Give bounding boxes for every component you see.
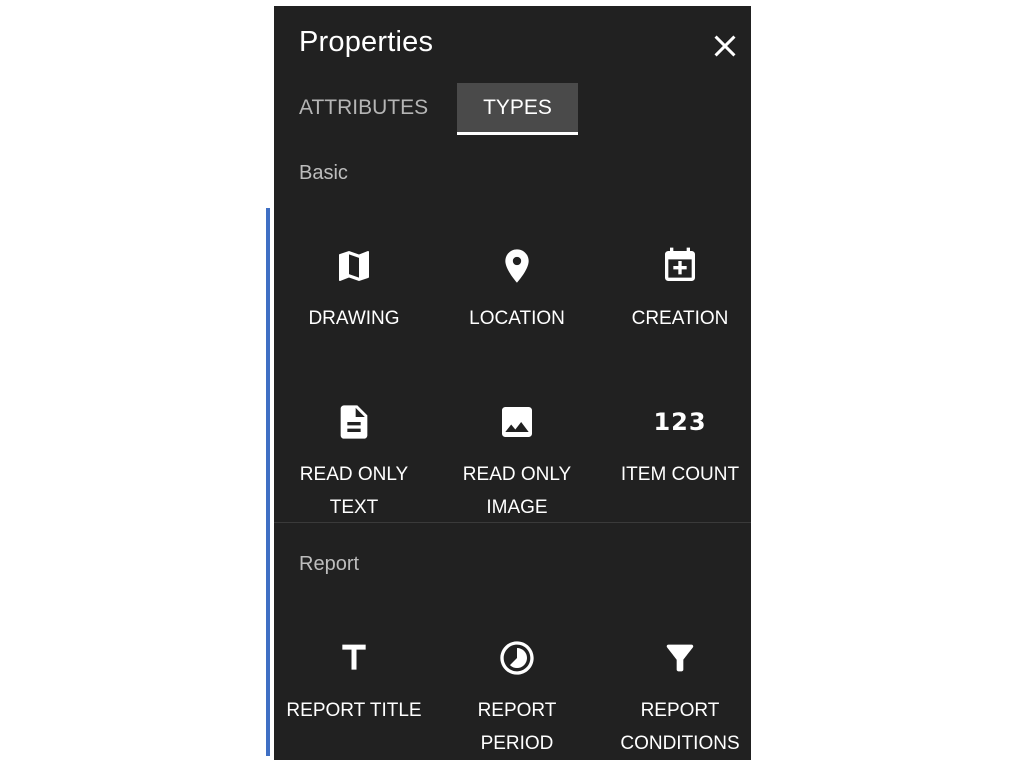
type-item-label: CREATION — [631, 308, 729, 329]
type-item-creation[interactable]: CREATION — [600, 246, 751, 335]
section-label-basic: Basic — [299, 162, 348, 184]
tab-attributes[interactable]: ATTRIBUTES — [299, 83, 431, 133]
tab-bar: ATTRIBUTES TYPES — [274, 83, 751, 137]
type-item-label: ITEM COUNT — [620, 464, 740, 485]
document-icon — [334, 402, 374, 442]
type-item-label: DRAWING — [308, 308, 400, 329]
type-item-label: READ ONLY TEXT — [299, 464, 409, 518]
calendar-add-icon — [660, 246, 700, 286]
number-icon: 123 — [653, 408, 707, 436]
type-item-label: LOCATION — [469, 308, 565, 329]
tab-types[interactable]: TYPES — [457, 83, 578, 135]
section-divider — [274, 522, 751, 523]
type-item-report-conditions[interactable]: REPORT CONDITIONS — [600, 638, 751, 760]
type-item-location[interactable]: LOCATION — [437, 246, 597, 335]
selection-indicator — [266, 208, 270, 756]
text-title-icon — [334, 638, 374, 678]
type-item-drawing[interactable]: DRAWING — [274, 246, 434, 335]
type-item-read-only-text[interactable]: READ ONLY TEXT — [274, 402, 434, 524]
type-item-label: READ ONLY IMAGE — [462, 464, 572, 518]
location-pin-icon — [497, 246, 537, 286]
map-icon — [334, 246, 374, 286]
type-item-item-count[interactable]: 123 ITEM COUNT — [600, 402, 751, 491]
close-icon[interactable] — [707, 28, 743, 64]
properties-panel: Properties ATTRIBUTES TYPES Basic DRAWIN… — [274, 6, 751, 760]
section-label-report: Report — [299, 553, 360, 575]
type-item-report-period[interactable]: REPORT PERIOD — [437, 638, 597, 760]
type-item-label: REPORT TITLE — [286, 700, 422, 721]
filter-icon — [660, 638, 700, 678]
type-item-label: REPORT CONDITIONS — [620, 700, 740, 754]
timelapse-icon — [497, 638, 537, 678]
type-item-report-title[interactable]: REPORT TITLE — [274, 638, 434, 727]
panel-title: Properties — [299, 26, 434, 58]
image-icon — [497, 402, 537, 442]
type-item-label: REPORT PERIOD — [477, 700, 557, 754]
type-item-read-only-image[interactable]: READ ONLY IMAGE — [437, 402, 597, 524]
panel-header: Properties — [274, 6, 751, 82]
